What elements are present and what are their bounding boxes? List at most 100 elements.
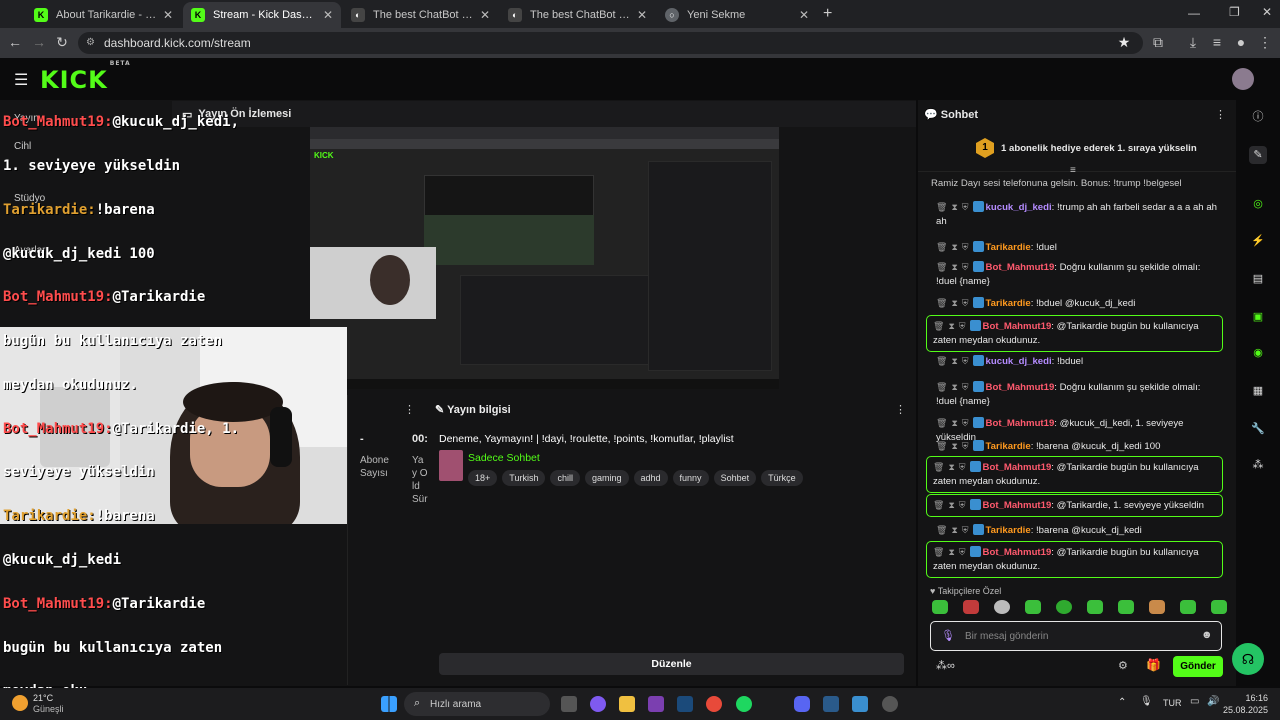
trash-icon[interactable]: 🗑 [936,260,947,274]
trash-icon[interactable]: 🗑 [933,545,944,559]
shield-icon[interactable]: ⛨ [962,523,969,537]
menu-icon[interactable]: ⋮ [1256,34,1274,51]
chat-toggle-icon[interactable]: ▣ [1249,308,1267,326]
stats-menu-icon[interactable]: ⋮ [404,403,415,416]
chat-username[interactable]: kucuk_dj_kedi [986,356,1052,367]
mic-icon[interactable]: 🎙 [941,629,955,642]
clock-time[interactable]: 16:16 [1224,693,1268,703]
reload-icon[interactable]: ↻ [53,34,71,51]
trash-icon[interactable]: 🗑 [936,296,947,310]
trash-icon[interactable]: 🗑 [936,200,947,214]
trash-icon[interactable]: 🗑 [933,498,944,512]
shield-icon[interactable]: ⛨ [959,319,966,333]
timeout-hourglass-icon[interactable]: ⧗ [951,240,957,254]
emote-icon[interactable] [1180,600,1196,614]
timeout-hourglass-icon[interactable]: ⧗ [951,416,957,430]
browser-tab-5[interactable]: ○ Yeni Sekme ✕ [657,2,817,28]
maximize-icon[interactable]: ❐ [1229,5,1240,19]
steam-icon[interactable] [677,696,693,712]
chrome-icon[interactable] [706,696,722,712]
category-link[interactable]: Sadece Sohbet [468,452,540,464]
extensions-icon[interactable]: ⧉ [1149,34,1167,51]
shield-icon[interactable]: ⛨ [962,296,969,310]
network-icon[interactable]: ▭ [1190,696,1199,707]
timeout-hourglass-icon[interactable]: ⧗ [951,354,957,368]
file-explorer-icon[interactable] [619,696,635,712]
close-tab-icon[interactable]: ✕ [323,8,333,22]
emote-icon[interactable] [994,600,1010,614]
gift-icon[interactable]: 🎁 [1146,658,1161,672]
bookmark-star-icon[interactable]: ★ [1115,34,1133,51]
chat-input[interactable]: 🎙 Bir mesaj gönderin ☻ [930,621,1222,651]
tag-chip[interactable]: Sohbet [713,470,757,486]
close-tab-icon[interactable]: ✕ [480,8,490,22]
shield-icon[interactable]: ⛨ [959,498,966,512]
chat-username[interactable]: Bot_Mahmut19 [986,262,1055,273]
tag-chip[interactable]: gaming [584,470,629,486]
timeout-hourglass-icon[interactable]: ⧗ [951,200,957,214]
settings-gear-icon[interactable]: ⚙ [1118,659,1128,672]
download-icon[interactable]: ⤓ [1184,34,1202,51]
copilot-icon[interactable] [590,696,606,712]
info-menu-icon[interactable]: ⋮ [895,403,906,416]
emote-icon[interactable] [1025,600,1041,614]
trash-icon[interactable]: 🗑 [933,460,944,474]
timeout-hourglass-icon[interactable]: ⧗ [948,498,954,512]
chat-menu-icon[interactable]: ⋮ [1215,108,1226,121]
browser-tab-3[interactable]: ◐ The best ChatBot and Widgets ✕ [343,2,498,28]
avatar[interactable] [1232,68,1254,90]
browser-tab-1[interactable]: K About Tarikardie - Watch Live o ✕ [26,2,181,28]
chat-username[interactable]: Bot_Mahmut19 [983,500,1052,511]
timeout-hourglass-icon[interactable]: ⧗ [948,545,954,559]
shield-icon[interactable]: ⛨ [962,416,969,430]
tag-chip[interactable]: chill [550,470,580,486]
trash-icon[interactable]: 🗑 [936,380,947,394]
trash-icon[interactable]: 🗑 [936,416,947,430]
timeout-hourglass-icon[interactable]: ⧗ [951,380,957,394]
group-icon[interactable]: ⁂ [936,660,947,672]
trash-icon[interactable]: 🗑 [936,439,947,453]
clock-date[interactable]: 25.08.2025 [1218,705,1268,715]
browser-tab-4[interactable]: ◐ The best ChatBot and Widgets ✕ [500,2,655,28]
tag-chip[interactable]: funny [672,470,709,486]
minimize-icon[interactable]: — [1188,6,1200,20]
target-icon[interactable]: ◎ [1249,195,1267,213]
emoji-icon[interactable]: ☻ [1201,629,1213,641]
close-tab-icon[interactable]: ✕ [637,8,647,22]
shield-icon[interactable]: ⛨ [959,545,966,559]
profile-icon[interactable]: ● [1232,34,1250,50]
weather-sun-icon[interactable] [12,695,28,711]
discord-icon[interactable] [794,696,810,712]
emote-icon[interactable] [1118,600,1134,614]
cards-icon[interactable]: ▦ [1249,382,1267,400]
emote-icon[interactable] [932,600,948,614]
url-bar[interactable]: ⚙ dashboard.kick.com/stream [78,32,1143,54]
tag-chip[interactable]: Türkçe [761,470,803,486]
chat-username[interactable]: Bot_Mahmut19 [986,382,1055,393]
obs-icon[interactable] [882,696,898,712]
pull-handle-icon[interactable]: ≡ [1070,165,1076,176]
windows-start-icon[interactable] [381,696,397,712]
document-icon[interactable]: ▤ [1249,270,1267,288]
tag-chip[interactable]: adhd [633,470,668,486]
trash-icon[interactable]: 🗑 [933,319,944,333]
chat-username[interactable]: Bot_Mahmut19 [983,321,1052,332]
nodes-icon[interactable]: ⁂ [1249,456,1267,474]
shield-icon[interactable]: ⛨ [962,380,969,394]
timeout-hourglass-icon[interactable]: ⧗ [951,296,957,310]
browser-tab-2[interactable]: K Stream - Kick Dashboard ✕ [183,2,341,28]
chat-username[interactable]: Bot_Mahmut19 [983,547,1052,558]
spotify-icon[interactable] [736,696,752,712]
chat-username[interactable]: Tarikardie [986,242,1031,253]
shield-icon[interactable]: ⛨ [962,200,969,214]
tag-chip[interactable]: Turkish [502,470,546,486]
shield-icon[interactable]: ⛨ [959,460,966,474]
chat-username[interactable]: Bot_Mahmut19 [983,462,1052,473]
category-thumbnail[interactable] [439,450,463,481]
info-icon[interactable]: ⓘ [1249,108,1267,126]
close-tab-icon[interactable]: ✕ [799,8,809,22]
shield-icon[interactable]: ⛨ [962,439,969,453]
lightning-icon[interactable]: ⚡ [1249,232,1267,250]
emote-icon[interactable] [1211,600,1227,614]
timeout-hourglass-icon[interactable]: ⧗ [951,439,957,453]
